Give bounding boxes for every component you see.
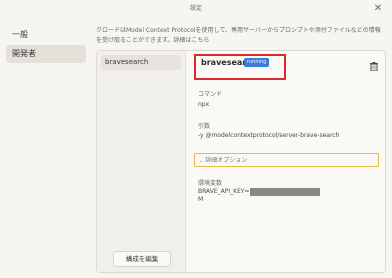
- window-title: 設定: [189, 5, 202, 12]
- mcp-description: クロードはModel Context Protocolを使用して、専用サーバーか…: [96, 27, 381, 44]
- advanced-options-toggle[interactable]: ⌄ 詳細オプション: [194, 153, 379, 167]
- args-label: 引数: [198, 123, 211, 130]
- args-value: -y @modelcontextprotocol/server-brave-se…: [198, 132, 340, 139]
- env-key: BRAVE_API_KEY=: [198, 188, 250, 195]
- env-label: 環境変数: [198, 180, 223, 187]
- chevron-down-icon: ⌄: [199, 158, 204, 164]
- advanced-options-label: 詳細オプション: [205, 157, 248, 164]
- command-value: npx: [198, 101, 210, 108]
- command-label: コマンド: [198, 91, 223, 98]
- close-icon[interactable]: ✕: [372, 3, 384, 15]
- settings-window: 設定 ✕ 一般 開発者 クロードはModel Context Protocolを…: [0, 0, 392, 278]
- edit-config-button[interactable]: 構成を編集: [113, 251, 171, 267]
- sidebar-item-general[interactable]: 一般: [6, 26, 86, 44]
- server-list: bravesearch 構成を編集: [97, 51, 186, 272]
- server-detail: bravesearch running コマンド npx 引数 -y @mode…: [194, 51, 384, 272]
- sidebar: 一般 開発者: [6, 26, 86, 64]
- status-badge: running: [244, 58, 270, 67]
- redacted-mask: [249, 188, 320, 196]
- env-value: BRAVE_API_KEY=: [198, 188, 320, 196]
- sidebar-item-developer[interactable]: 開発者: [6, 45, 86, 63]
- env-value-tail: M: [198, 196, 204, 203]
- trash-icon[interactable]: [370, 62, 378, 71]
- server-list-item[interactable]: bravesearch: [101, 55, 181, 70]
- server-panel: bravesearch 構成を編集 bravesearch running コマ…: [96, 50, 386, 273]
